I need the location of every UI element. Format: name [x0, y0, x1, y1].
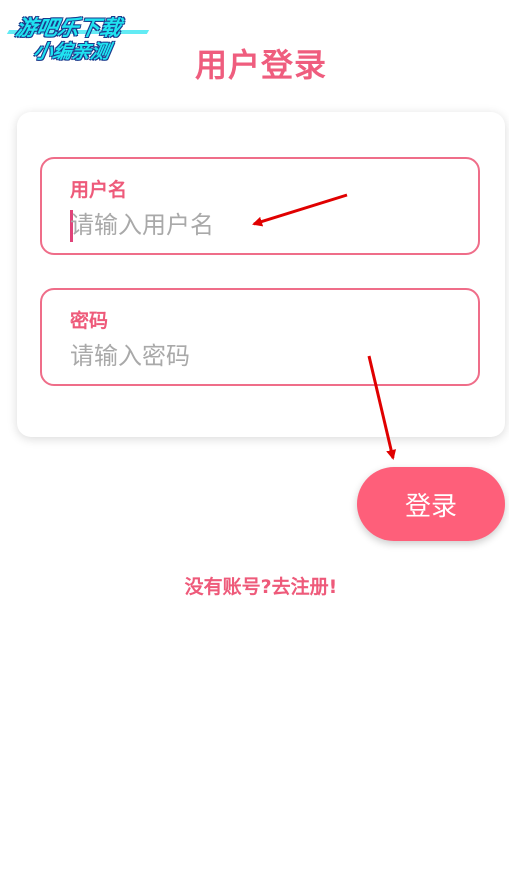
password-field[interactable]: 密码	[40, 288, 480, 386]
username-label: 用户名	[70, 179, 128, 201]
page-title: 用户登录	[194, 46, 327, 84]
username-field[interactable]: 用户名	[40, 157, 480, 255]
login-form-card: 用户名 密码	[17, 112, 505, 437]
login-button[interactable]: 登录	[357, 467, 505, 541]
password-input[interactable]	[70, 340, 450, 372]
register-link[interactable]: 没有账号?去注册!	[0, 572, 509, 599]
password-label: 密码	[70, 310, 109, 332]
username-input[interactable]	[70, 209, 450, 241]
